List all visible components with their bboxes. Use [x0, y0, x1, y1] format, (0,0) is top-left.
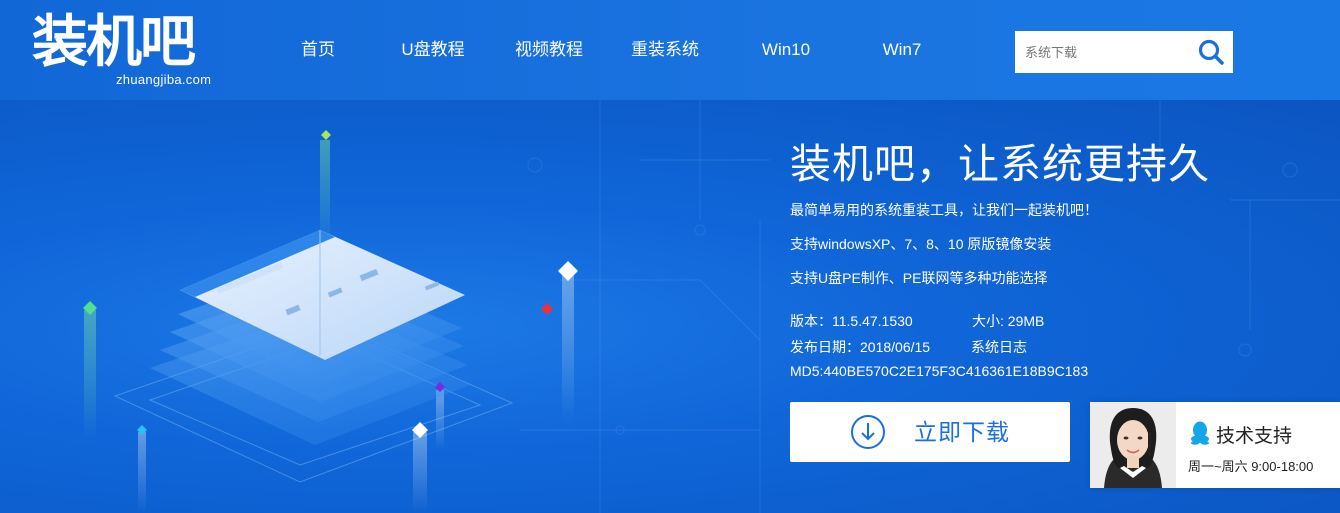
nav-video-tutorial[interactable]: 视频教程 [500, 0, 598, 100]
changelog-link[interactable]: 系统日志 [971, 337, 1027, 357]
logo-domain: zhuangjiba.com [116, 72, 212, 87]
download-icon [851, 415, 885, 449]
tech-support-widget[interactable]: 技术支持 周一~周六 9:00-18:00 [1090, 402, 1340, 488]
hero-banner: 装机吧，让系统更持久 最简单易用的系统重装工具，让我们一起装机吧！ 支持wind… [0, 100, 1340, 513]
search-box [1015, 31, 1233, 73]
site-header: 装机吧 zhuangjiba.com 首页 U盘教程 视频教程 重装系统 Win… [0, 0, 1340, 100]
site-logo[interactable]: 装机吧 zhuangjiba.com [30, 8, 230, 92]
download-button[interactable]: 立即下载 [790, 402, 1070, 462]
support-title: 技术支持 [1216, 426, 1293, 447]
avatar [1090, 402, 1176, 488]
search-icon[interactable] [1195, 36, 1227, 68]
download-label: 立即下载 [914, 419, 1010, 445]
main-nav: 首页 U盘教程 视频教程 重装系统 Win10 Win7 [270, 0, 964, 100]
qq-icon [1191, 421, 1209, 445]
size-info: 大小: 29MB [972, 313, 1045, 329]
nav-usb-tutorial[interactable]: U盘教程 [366, 0, 500, 100]
feature-line-3: 支持U盘PE制作、PE联网等多种功能选择 [790, 270, 1048, 286]
logo-text: 装机吧 [32, 9, 196, 75]
feature-line-2: 支持windowsXP、7、8、10 原版镜像安装 [790, 236, 1052, 252]
release-date: 发布日期：2018/06/15 [790, 339, 931, 355]
nav-win7[interactable]: Win7 [840, 0, 964, 100]
version-info: 版本：11.5.47.1530 [790, 313, 913, 329]
hero-title: 装机吧，让系统更持久 [790, 141, 1210, 187]
feature-line-1: 最简单易用的系统重装工具，让我们一起装机吧！ [790, 202, 1098, 218]
search-input[interactable] [1015, 31, 1193, 73]
nav-win10[interactable]: Win10 [732, 0, 840, 100]
md5-hash: MD5:440BE570C2E175F3C416361E18B9C183 [790, 363, 1089, 379]
nav-reinstall-system[interactable]: 重装系统 [598, 0, 732, 100]
nav-home[interactable]: 首页 [270, 0, 366, 100]
support-hours: 周一~周六 9:00-18:00 [1188, 459, 1314, 474]
